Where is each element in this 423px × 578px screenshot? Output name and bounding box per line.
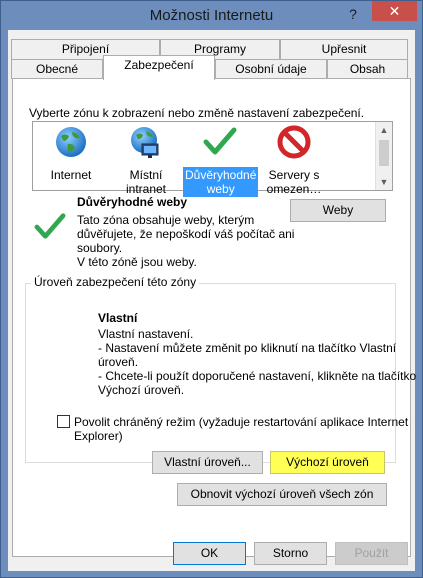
zone-restricted-sites[interactable]: Servery s omezen…: [257, 124, 331, 197]
zone-internet[interactable]: Internet: [34, 124, 108, 183]
zone-details-title: Důvěryhodné weby: [77, 195, 188, 209]
zone-label-trusted-sites: Důvěryhodné weby: [183, 167, 259, 197]
zone-list-scrollbar[interactable]: ▲ ▼: [375, 122, 392, 190]
zone-local-intranet[interactable]: Místní intranet: [109, 124, 183, 197]
default-level-button[interactable]: Výchozí úroveň: [270, 451, 385, 474]
protected-mode-label[interactable]: Povolit chráněný režim (vyžaduje restart…: [74, 415, 408, 443]
zone-list[interactable]: Internet Místní intranet Důvěryhodné weby: [32, 121, 393, 197]
zone-desc-line1: Tato zóna obsahuje weby, kterým: [77, 213, 255, 227]
zone-label-line1: Servery s: [268, 168, 320, 182]
trusted-checkmark-icon: [34, 213, 66, 239]
zone-label-line1: Důvěryhodné: [185, 168, 257, 182]
scroll-thumb[interactable]: [379, 140, 389, 166]
checkmark-icon: [203, 127, 237, 155]
sites-button[interactable]: Weby: [290, 199, 386, 222]
network-globe-icon: [131, 127, 159, 158]
level-desc-line3: úroveň.: [98, 355, 139, 369]
zone-instruction: Vyberte zónu k zobrazení nebo změně nast…: [29, 106, 365, 120]
zone-label-line2: weby: [206, 182, 235, 196]
zone-trusted-sites[interactable]: Důvěryhodné weby: [183, 124, 259, 197]
zone-desc-line4: V této zóně jsou weby.: [77, 255, 197, 269]
scroll-down-icon[interactable]: ▼: [376, 174, 392, 190]
level-desc-line4: - Chcete-li použít doporučené nastavení,…: [98, 369, 417, 383]
close-button[interactable]: ✕: [372, 1, 417, 21]
zone-label-local-intranet: Místní intranet: [125, 168, 167, 196]
level-desc-line1: Vlastní nastavení.: [98, 327, 194, 341]
tab-osobni-udaje[interactable]: Osobní údaje: [215, 59, 327, 79]
title-bar: Možnosti Internetu ? ✕: [1, 1, 422, 29]
zone-desc-line2: důvěřujete, že nepoškodí váš počítač ani: [77, 227, 295, 241]
protected-mode-checkbox[interactable]: [57, 415, 70, 428]
apply-button[interactable]: Použít: [335, 542, 408, 565]
level-desc-line5: Výchozí úroveň.: [98, 383, 185, 397]
tab-upresnit[interactable]: Upřesnit: [280, 39, 408, 59]
zone-details-description: Tato zóna obsahuje weby, kterým důvěřuje…: [77, 213, 294, 269]
protected-mode-line1: Povolit chráněný režim (vyžaduje restart…: [74, 415, 409, 429]
custom-level-button[interactable]: Vlastní úroveň...: [152, 451, 263, 474]
dialog-window: Možnosti Internetu ? ✕ Připojení Program…: [0, 0, 423, 578]
globe-icon: [56, 127, 86, 157]
protected-mode-line2: Explorer): [74, 429, 123, 443]
zone-label-internet: Internet: [50, 168, 92, 182]
security-level-title: Vlastní: [98, 311, 138, 325]
tab-obecne[interactable]: Obecné: [11, 59, 103, 79]
forbidden-icon: [277, 125, 311, 159]
help-button[interactable]: ?: [342, 5, 364, 23]
zone-desc-line3: soubory.: [77, 241, 123, 255]
scroll-up-icon[interactable]: ▲: [376, 122, 392, 138]
tab-zabezpeceni[interactable]: Zabezpečení: [103, 55, 215, 80]
level-desc-line2: - Nastavení můžete změnit po kliknutí na…: [98, 341, 397, 355]
tab-obsah[interactable]: Obsah: [327, 59, 408, 79]
zone-label-restricted-sites: Servery s omezen…: [265, 167, 324, 197]
cancel-button[interactable]: Storno: [254, 542, 327, 565]
security-level-description: Vlastní nastavení. - Nastavení můžete zm…: [98, 327, 416, 397]
security-level-group-title: Úroveň zabezpečení této zóny: [31, 275, 200, 289]
zone-label-line2: omezen…: [266, 182, 322, 196]
reset-all-zones-button[interactable]: Obnovit výchozí úroveň všech zón: [177, 483, 387, 506]
ok-button[interactable]: OK: [173, 542, 246, 565]
